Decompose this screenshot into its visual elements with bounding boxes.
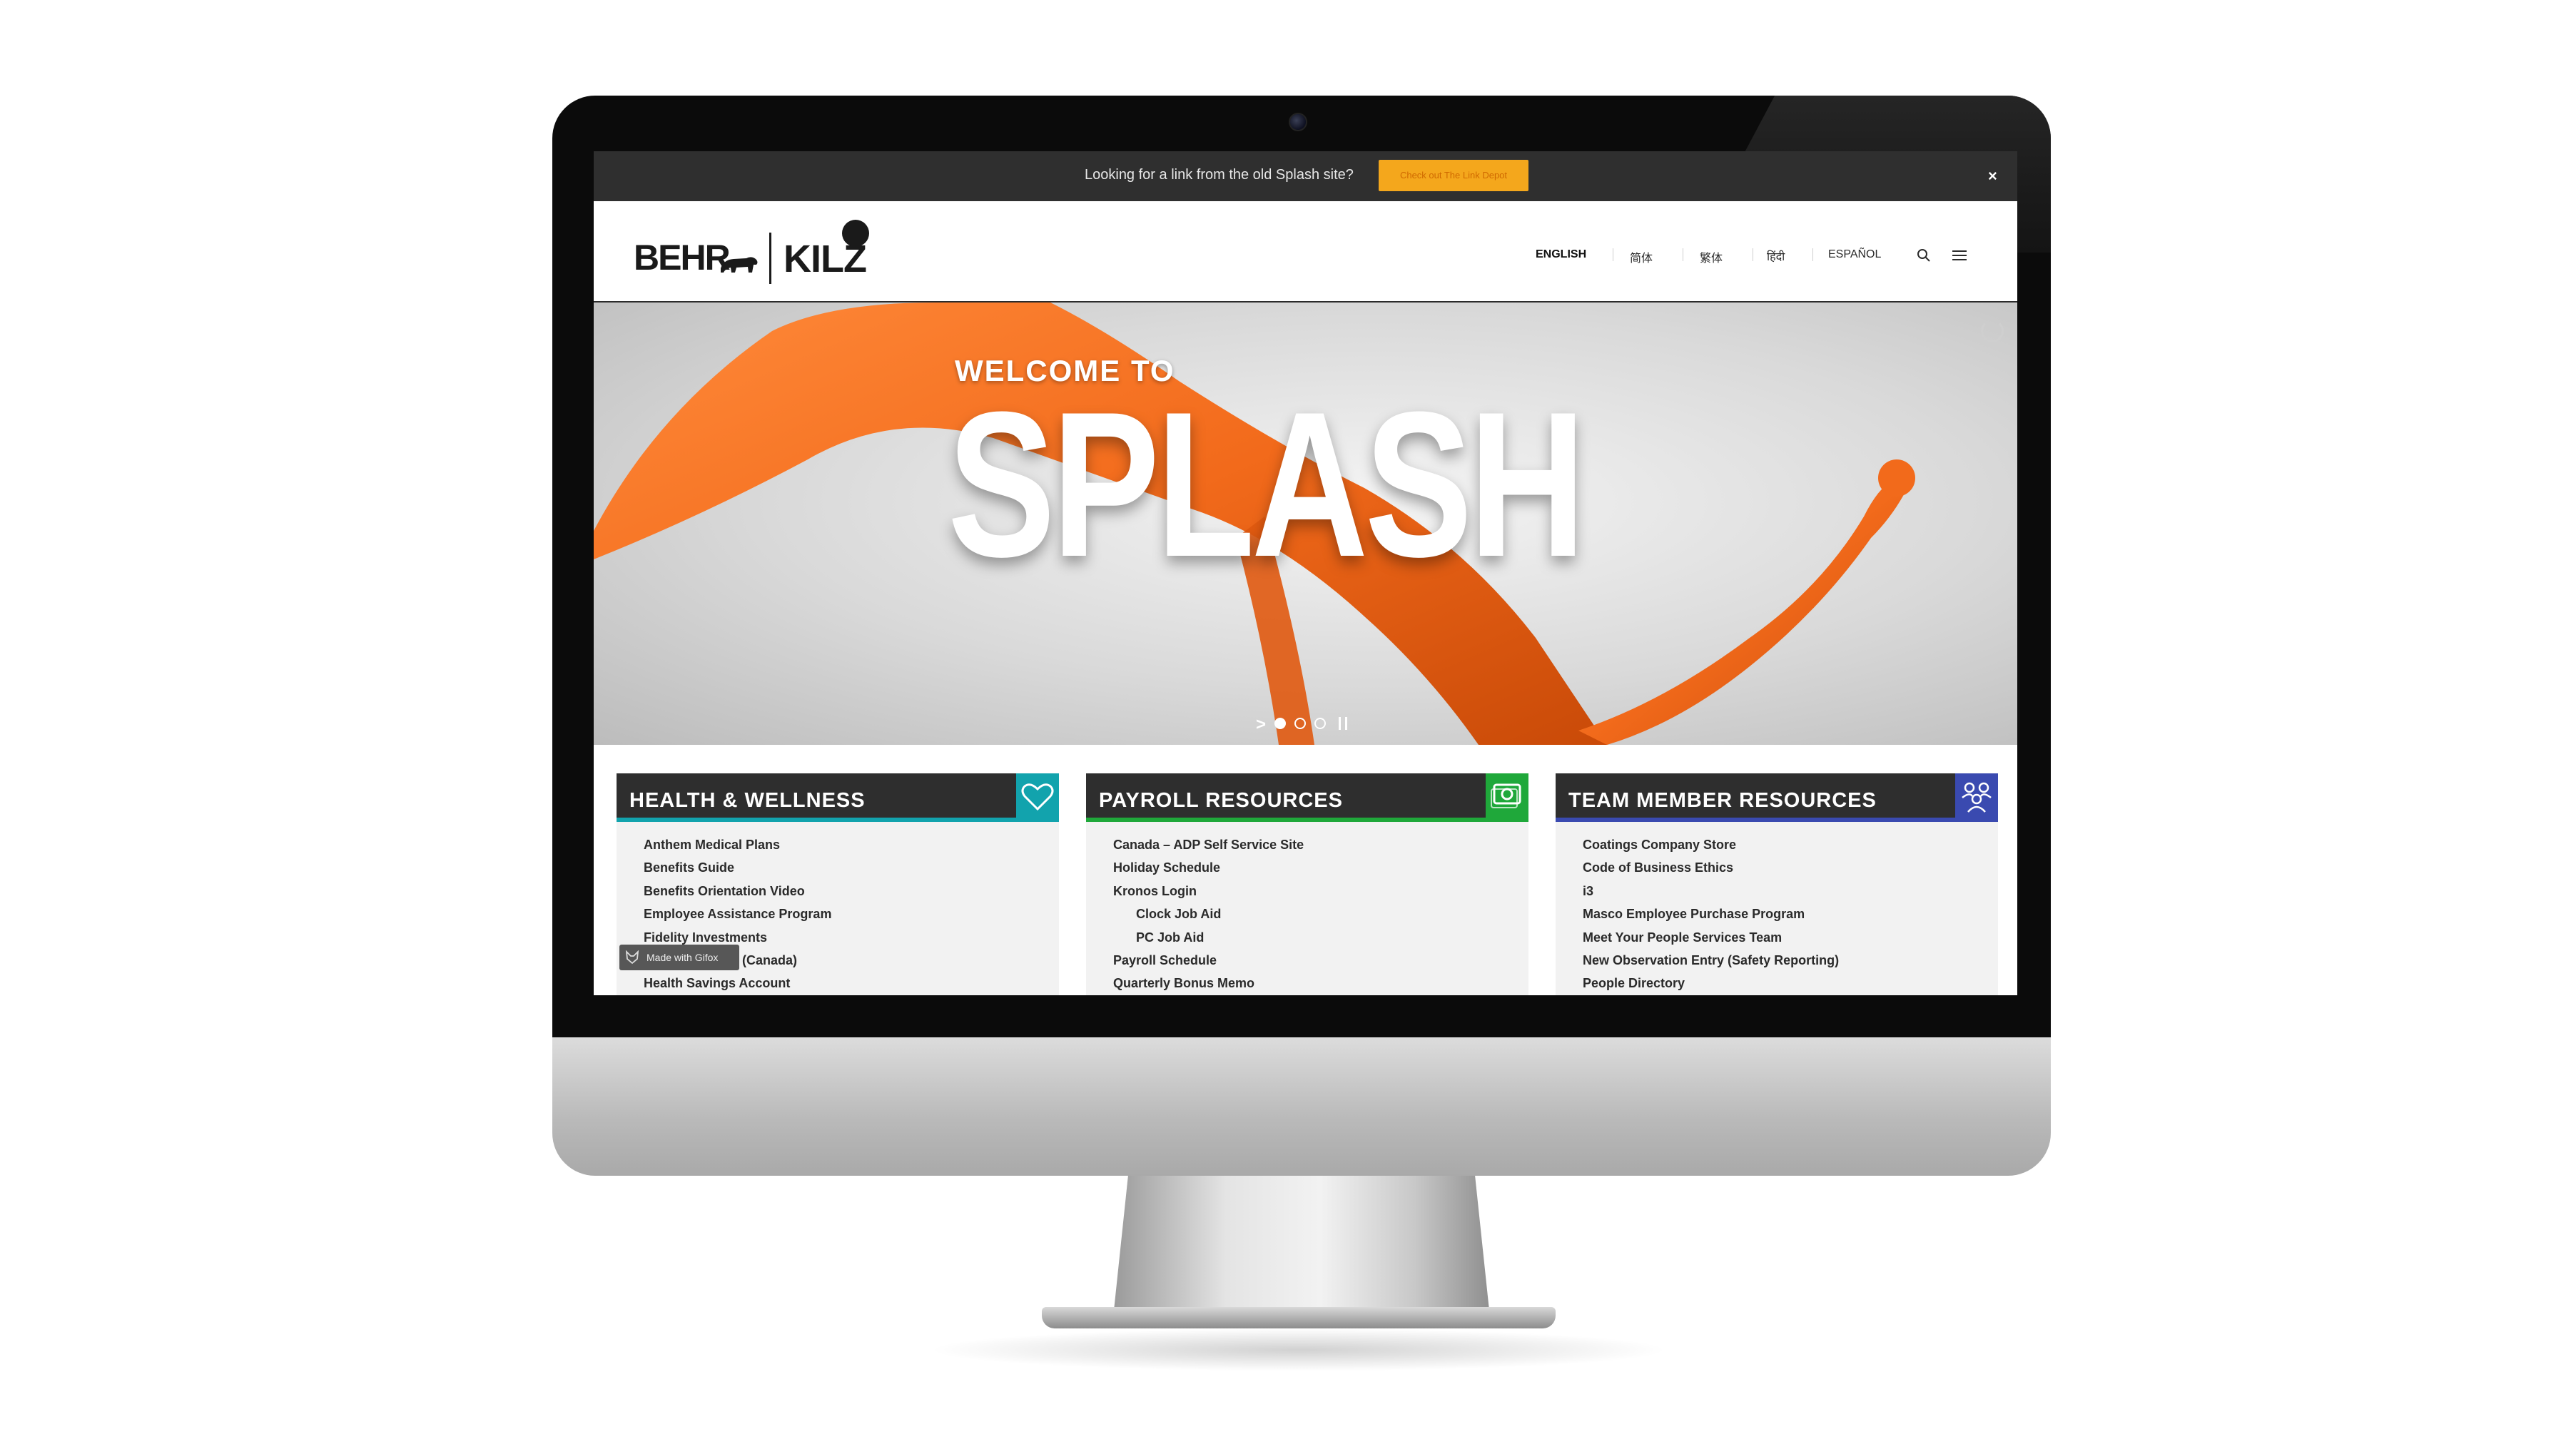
card-payroll-resources: PAYROLL RESOURCES Canada – ADP Self Serv… (1086, 773, 1528, 995)
monitor-stand (1113, 1174, 1490, 1317)
nav-language-simplified-chinese[interactable]: 简体 (1630, 248, 1653, 265)
carousel-dot[interactable] (1294, 718, 1306, 729)
carousel-dot[interactable] (1314, 718, 1326, 729)
list-item[interactable]: Health Savings Account (644, 972, 831, 995)
notice-bar: Looking for a link from the old Splash s… (594, 151, 2017, 201)
card-title: TEAM MEMBER RESOURCES (1568, 789, 1877, 812)
card-link-list: Anthem Medical Plans Benefits Guide Bene… (644, 833, 831, 995)
card-link-list: Canada – ADP Self Service Site Holiday S… (1113, 833, 1304, 995)
fox-icon (625, 950, 639, 965)
list-item[interactable]: Canada – ADP Self Service Site (1113, 833, 1304, 856)
list-item[interactable]: Holiday Schedule (1113, 856, 1304, 879)
carousel-dot[interactable] (1274, 718, 1286, 729)
monitor-chin (552, 1037, 2051, 1176)
list-item[interactable]: People Directory (1583, 972, 1839, 995)
list-item[interactable]: Employee Assistance Program (644, 903, 831, 925)
behr-logo[interactable]: BEHR (634, 237, 731, 278)
card-header: HEALTH & WELLNESS (617, 773, 1059, 822)
card-header: TEAM MEMBER RESOURCES (1556, 773, 1998, 822)
card-title: PAYROLL RESOURCES (1099, 789, 1343, 812)
list-item[interactable]: Coatings Company Store (1583, 833, 1839, 856)
list-item[interactable]: Masco Employee Purchase Program (1583, 903, 1839, 925)
list-item[interactable]: Anthem Medical Plans (644, 833, 831, 856)
search-icon[interactable] (1917, 248, 1931, 263)
card-title: HEALTH & WELLNESS (629, 789, 866, 812)
stage: Looking for a link from the old Splash s… (0, 0, 2576, 1449)
gifox-label: Made with Gifox (646, 952, 719, 963)
nav-language-traditional-chinese[interactable]: 繁体 (1700, 248, 1723, 265)
browser-viewport: Looking for a link from the old Splash s… (594, 151, 2017, 995)
nav-separator (1812, 248, 1813, 261)
team-icon (1955, 773, 1998, 819)
bear-icon (721, 257, 758, 273)
card-header: PAYROLL RESOURCES (1086, 773, 1528, 822)
list-item[interactable]: Meet Your People Services Team (1583, 926, 1839, 949)
kilz-badge-icon (842, 220, 869, 247)
card-team-member-resources: TEAM MEMBER RESOURCES Coatings Company S… (1556, 773, 1998, 995)
list-item[interactable]: i3 (1583, 880, 1839, 903)
card-link-list: Coatings Company Store Code of Business … (1583, 833, 1839, 995)
gifox-watermark: Made with Gifox (619, 945, 739, 970)
close-icon[interactable]: × (1988, 167, 1997, 185)
list-item[interactable]: PC Job Aid (1113, 926, 1304, 949)
list-item[interactable]: Clock Job Aid (1113, 903, 1304, 925)
card-accent-line (1556, 818, 1998, 822)
money-icon (1486, 773, 1528, 819)
link-depot-button[interactable]: Check out The Link Depot (1379, 160, 1528, 191)
list-item[interactable]: New Observation Entry (Safety Reporting) (1583, 949, 1839, 972)
list-item[interactable]: Benefits Guide (644, 856, 831, 879)
heart-icon (1016, 773, 1059, 819)
play-arrow-icon[interactable]: > (1256, 715, 1266, 735)
logo-divider (769, 233, 771, 284)
camera-icon (1289, 113, 1307, 131)
card-accent-line (1086, 818, 1528, 822)
card-accent-line (617, 818, 1059, 822)
list-item[interactable]: Quarterly Bonus Memo (1113, 972, 1304, 995)
nav-language-hindi[interactable]: हिंदी (1767, 248, 1785, 264)
list-item[interactable]: Code of Business Ethics (1583, 856, 1839, 879)
list-item[interactable]: Kronos Login (1113, 880, 1304, 903)
nav-language-english[interactable]: ENGLISH (1536, 248, 1586, 261)
pause-icon[interactable] (1339, 717, 1347, 730)
nav-language-spanish[interactable]: ESPAÑOL (1828, 248, 1881, 261)
list-item[interactable]: Benefits Orientation Video (644, 880, 831, 903)
monitor-base (1042, 1307, 1556, 1328)
loading-spinner-icon (1981, 320, 2004, 342)
site-header: BEHR KILZ ENGLISH 简体 繁体 हिंदी ESPAÑOL (594, 201, 2017, 302)
hamburger-menu-icon[interactable] (1952, 250, 1967, 261)
hero-title: SPLASH (948, 369, 1586, 600)
hero-banner[interactable]: WELCOME TO SPLASH > (594, 302, 2017, 745)
stand-shadow (928, 1328, 1670, 1371)
list-item[interactable]: Payroll Schedule (1113, 949, 1304, 972)
notice-text: Looking for a link from the old Splash s… (1085, 167, 1354, 183)
resource-section: HEALTH & WELLNESS Anthem Medical Plans B… (594, 745, 2017, 995)
